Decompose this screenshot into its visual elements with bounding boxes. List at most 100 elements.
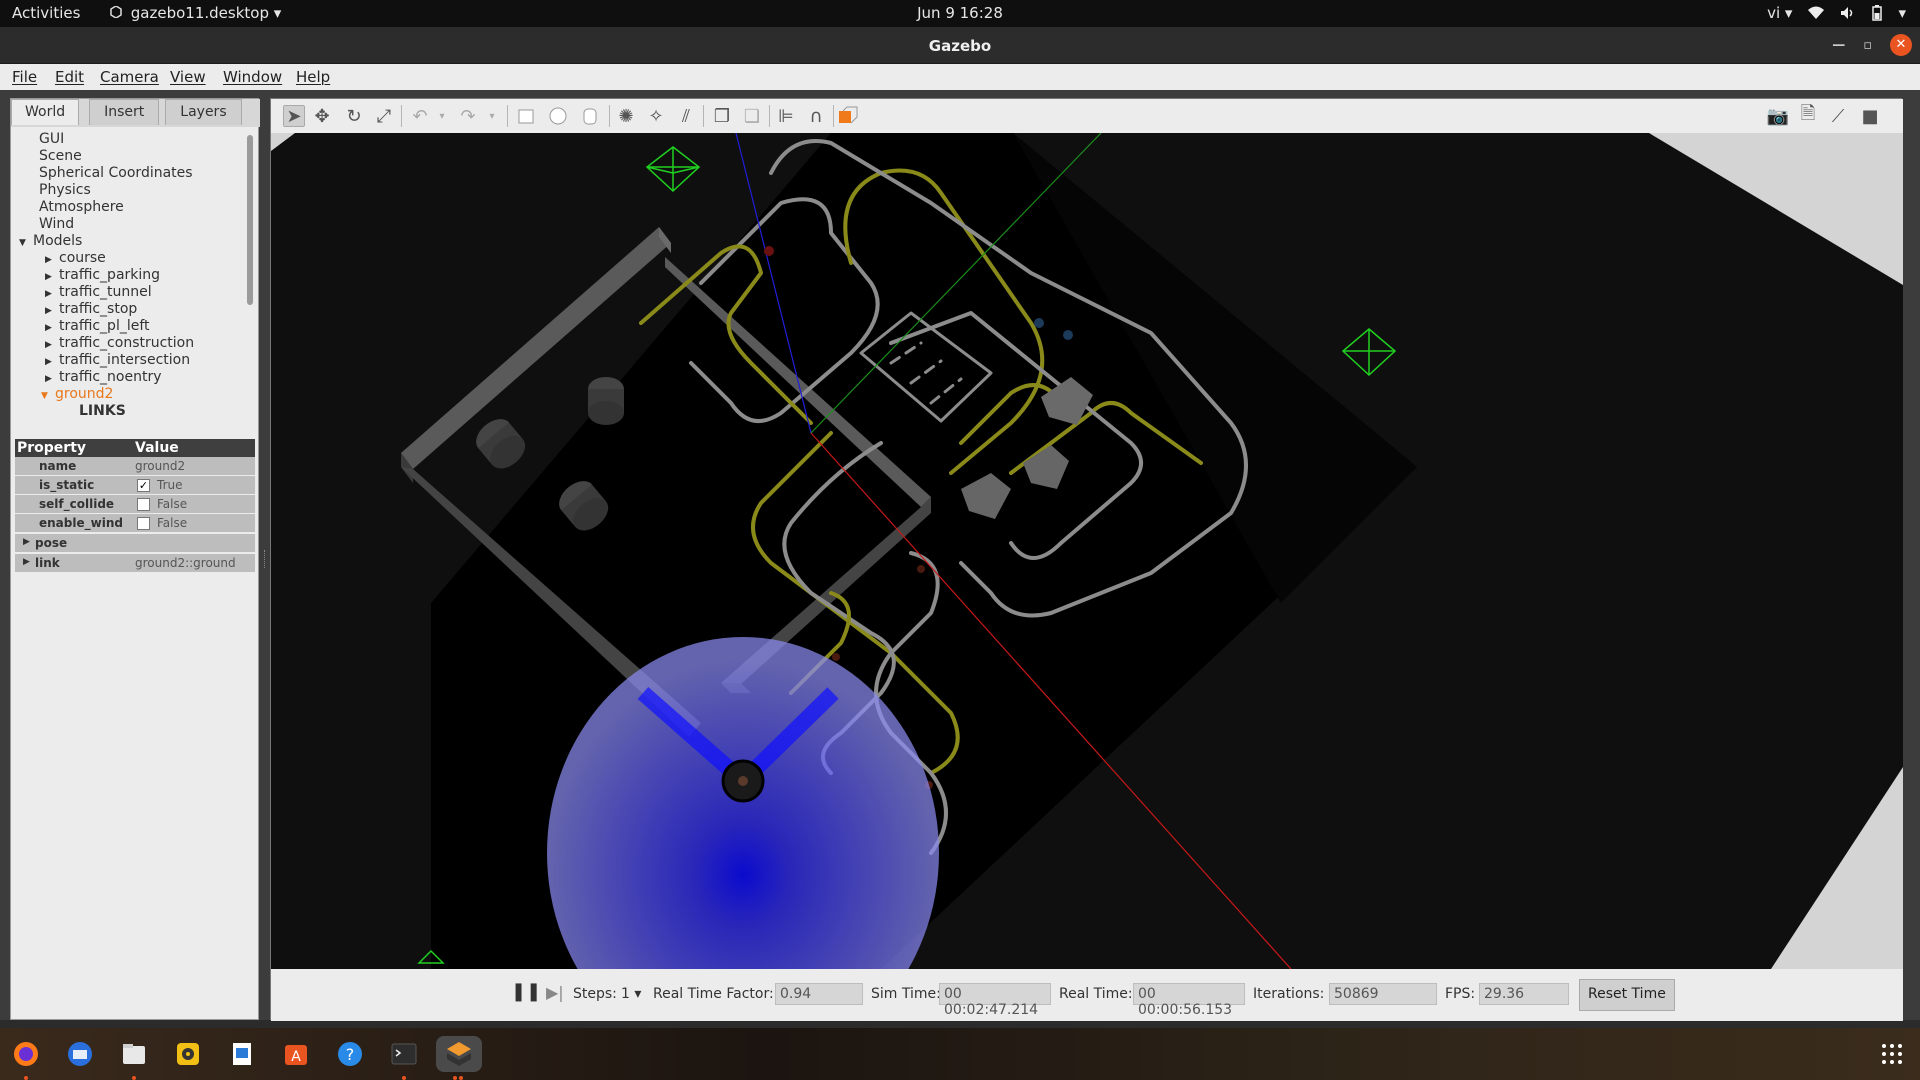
property-row-self-collide[interactable]: self_collide False [15, 495, 255, 514]
select-mode-icon[interactable]: ➤ [283, 105, 305, 127]
box-shape-icon[interactable] [515, 105, 537, 127]
align-icon[interactable]: ⊫ [775, 105, 797, 127]
tab-world[interactable]: World [11, 99, 80, 125]
terminal-icon[interactable] [386, 1036, 422, 1072]
input-language[interactable]: vi ▾ [1767, 4, 1792, 22]
menu-edit[interactable]: Edit [55, 68, 84, 86]
video-record-icon[interactable]: ■ [1859, 105, 1881, 127]
reset-time-button[interactable]: Reset Time [1579, 979, 1675, 1011]
tree-item-model[interactable]: ▶ traffic_tunnel [45, 284, 152, 301]
model-label: traffic_tunnel [59, 284, 152, 300]
checkbox-unchecked-icon[interactable] [137, 517, 150, 530]
pause-icon[interactable]: ❚❚ [511, 981, 541, 1002]
log-data-icon[interactable]: 🗎 [1797, 103, 1819, 127]
input-language-label: vi [1767, 4, 1781, 22]
view-angle-icon[interactable] [837, 105, 859, 127]
running-indicator [24, 1076, 28, 1080]
tab-layers[interactable]: Layers [165, 99, 242, 125]
snap-magnet-icon[interactable]: ∩ [805, 105, 827, 127]
redo-icon[interactable]: ↷ [457, 105, 479, 127]
show-applications-icon[interactable] [1874, 1036, 1910, 1072]
property-row-enable-wind[interactable]: enable_wind False [15, 514, 255, 533]
tree-item-model[interactable]: ▶ traffic_parking [45, 267, 160, 284]
point-light-icon[interactable]: ✺ [615, 105, 637, 127]
tree-item-models-label: Models [33, 233, 83, 249]
tree-item-gui[interactable]: GUI [39, 131, 64, 148]
menu-view[interactable]: View [170, 68, 206, 86]
cylinder-shape-icon[interactable] [579, 105, 601, 127]
real-time-factor-field: 0.94 [775, 983, 863, 1005]
menu-help[interactable]: Help [296, 68, 330, 86]
tree-item-physics[interactable]: Physics [39, 182, 91, 199]
system-tray[interactable]: vi ▾ ▾ [1767, 4, 1906, 22]
property-value: ground2::ground [135, 556, 236, 570]
property-row-name[interactable]: name ground2 [15, 457, 255, 476]
collapsed-arrow-icon[interactable]: ▶ [23, 537, 30, 547]
tree-item-spherical-coordinates[interactable]: Spherical Coordinates [39, 165, 193, 182]
help-icon[interactable]: ? [332, 1036, 368, 1072]
tree-item-model[interactable]: ▶ traffic_intersection [45, 352, 190, 369]
toolbar-separator [703, 105, 704, 127]
tree-item-scene[interactable]: Scene [39, 148, 82, 165]
tree-item-model[interactable]: ▶ traffic_construction [45, 335, 194, 352]
firefox-icon[interactable] [8, 1036, 44, 1072]
redo-history-chevron-icon[interactable]: ▾ [481, 105, 503, 127]
traffic-sign [764, 246, 774, 256]
expanded-arrow-icon[interactable]: ▼ [19, 235, 29, 252]
tree-item-model[interactable]: ▶ traffic_noentry [45, 369, 162, 386]
fps-label: FPS: [1445, 986, 1476, 1002]
tree-item-atmosphere[interactable]: Atmosphere [39, 199, 124, 216]
step-icon[interactable]: ▶| [546, 983, 564, 1002]
menu-file[interactable]: File [12, 68, 37, 86]
panel-splitter[interactable] [264, 550, 267, 568]
sphere-shape-icon[interactable] [547, 105, 569, 127]
directional-light-icon[interactable]: ⫽ [675, 105, 697, 127]
system-top-bar: Activities gazebo11.desktop ▾ Jun 9 16:2… [0, 0, 1920, 27]
menu-window[interactable]: Window [223, 68, 282, 86]
checkbox-checked-icon[interactable]: ✓ [137, 479, 150, 492]
files-icon[interactable] [116, 1036, 152, 1072]
property-row-is-static[interactable]: is_static ✓ True [15, 476, 255, 495]
tree-scrollbar[interactable] [247, 135, 253, 305]
tree-item-selected-model[interactable]: ▼ ground2 [41, 386, 113, 403]
plot-icon[interactable]: ⟋ [1827, 105, 1849, 127]
steps-spinbox[interactable]: 1 ▾ [621, 986, 641, 1002]
property-row-link[interactable]: ▶ link ground2::ground [15, 554, 255, 573]
gazebo-dock-icon[interactable] [436, 1036, 482, 1072]
scale-mode-icon[interactable]: ⤢ [373, 105, 395, 127]
window-title: Gazebo [928, 37, 992, 55]
screenshot-camera-icon[interactable]: 📷 [1767, 105, 1789, 127]
clock[interactable]: Jun 9 16:28 [0, 4, 1920, 22]
undo-history-chevron-icon[interactable]: ▾ [431, 105, 453, 127]
tree-item-models[interactable]: ▼ Models [19, 233, 82, 250]
tab-insert[interactable]: Insert [89, 99, 160, 125]
minimize-icon[interactable]: — [1832, 38, 1845, 53]
copy-icon[interactable]: ❐ [711, 105, 733, 127]
power-menu-chevron-icon[interactable]: ▾ [1898, 4, 1906, 22]
libreoffice-writer-icon[interactable] [224, 1036, 260, 1072]
app-store-icon[interactable]: A [278, 1036, 314, 1072]
maximize-icon[interactable]: ▫ [1863, 38, 1872, 53]
expanded-arrow-icon[interactable]: ▼ [41, 388, 51, 405]
collapsed-arrow-icon[interactable]: ▶ [23, 557, 30, 567]
tree-item-model[interactable]: ▶ traffic_stop [45, 301, 137, 318]
rotate-mode-icon[interactable]: ↻ [343, 105, 365, 127]
spot-light-icon[interactable]: ✧ [645, 105, 667, 127]
tree-item-wind[interactable]: Wind [39, 216, 74, 233]
3d-scene[interactable] [271, 133, 1903, 969]
tree-item-model[interactable]: ▶ traffic_pl_left [45, 318, 150, 335]
property-value[interactable]: ground2 [135, 459, 185, 473]
undo-icon[interactable]: ↶ [409, 105, 431, 127]
checkbox-unchecked-icon[interactable] [137, 498, 150, 511]
rhythmbox-icon[interactable] [170, 1036, 206, 1072]
paste-icon[interactable]: ❏ [741, 105, 763, 127]
menu-camera[interactable]: Camera [100, 68, 159, 86]
close-icon[interactable]: ✕ [1890, 34, 1912, 56]
translate-mode-icon[interactable]: ✥ [311, 105, 333, 127]
tree-item-model[interactable]: ▶ course [45, 250, 106, 267]
property-row-pose[interactable]: ▶ pose [15, 534, 255, 553]
thunderbird-icon[interactable] [62, 1036, 98, 1072]
model-label: traffic_construction [59, 335, 195, 351]
wifi-icon [1808, 6, 1825, 19]
property-name: name [39, 459, 77, 473]
